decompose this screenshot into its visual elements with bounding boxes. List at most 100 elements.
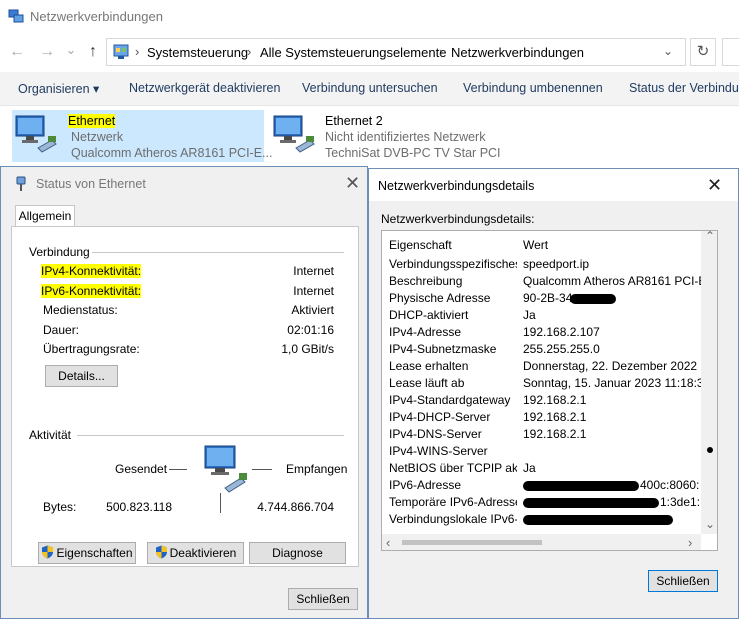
adapter-status: Netzwerk bbox=[71, 130, 124, 144]
property-name: Physische Adresse bbox=[389, 291, 491, 305]
property-name: DHCP-aktiviert bbox=[389, 308, 469, 322]
scroll-down-icon[interactable]: ⌄ bbox=[705, 517, 715, 531]
list-item[interactable]: IPv4-DHCP-Server 192.168.2.1 bbox=[382, 409, 702, 426]
property-name: IPv4-DNS-Server bbox=[389, 427, 482, 441]
property-value: speedport.ip bbox=[523, 257, 590, 271]
list-item[interactable]: IPv6-Adresse 400c:8060: bbox=[382, 477, 702, 494]
details-list[interactable]: Eigenschaft Wert Verbindungsspezifisches… bbox=[381, 230, 718, 551]
horizontal-scroll-thumb[interactable] bbox=[402, 540, 542, 545]
scroll-up-icon[interactable]: ⌃ bbox=[705, 231, 715, 243]
property-value: Qualcomm Atheros AR8161 PCI-E Gig bbox=[523, 274, 703, 288]
properties-button[interactable]: Eigenschaften bbox=[38, 542, 136, 564]
adapter-device: TechniSat DVB-PC TV Star PCI bbox=[325, 146, 501, 160]
details-close-button[interactable]: Schließen bbox=[648, 570, 718, 592]
property-name: NetBIOS über TCPIP ak... bbox=[389, 461, 517, 475]
activity-group-label: Aktivität bbox=[29, 428, 72, 442]
column-header-property[interactable]: Eigenschaft bbox=[389, 238, 517, 252]
connection-status-command[interactable]: Status der Verbindung bbox=[629, 81, 739, 95]
property-name: IPv4-DHCP-Server bbox=[389, 410, 491, 424]
property-value: Sonntag, 15. Januar 2023 11:18:38 bbox=[523, 376, 703, 390]
group-divider bbox=[92, 252, 344, 253]
status-dialog-title: Status von Ethernet bbox=[36, 177, 146, 191]
rename-connection-command[interactable]: Verbindung umbenennen bbox=[463, 81, 603, 95]
refresh-icon[interactable]: ↻ bbox=[690, 38, 716, 66]
property-value: Donnerstag, 22. Dezember 2022 18:3 bbox=[523, 359, 703, 373]
list-item[interactable]: IPv4-Subnetzmaske 255.255.255.0 bbox=[382, 341, 702, 358]
property-value: 255.255.255.0 bbox=[523, 342, 600, 356]
property-value: 192.168.2.107 bbox=[523, 325, 600, 339]
list-item[interactable]: Physische Adresse 90-2B-34 bbox=[382, 290, 702, 307]
property-name: IPv6-Adresse bbox=[389, 478, 462, 492]
adapter-ethernet[interactable]: Ethernet Netzwerk Qualcomm Atheros AR816… bbox=[12, 110, 272, 162]
property-value: 192.168.2.1 bbox=[523, 393, 587, 407]
tab-allgemein[interactable]: Allgemein bbox=[15, 205, 75, 227]
window-title: Netzwerkverbindungen bbox=[30, 9, 163, 24]
breadcrumb-netzwerkverbindungen[interactable]: Netzwerkverbindungen bbox=[451, 45, 584, 60]
up-icon[interactable]: ↑ bbox=[82, 43, 104, 61]
list-item[interactable]: DHCP-aktiviert Ja bbox=[382, 307, 702, 324]
bytes-received-value: 4.744.866.704 bbox=[257, 500, 334, 514]
media-status-value: Aktiviert bbox=[291, 303, 334, 317]
list-item[interactable]: Beschreibung Qualcomm Atheros AR8161 PCI-… bbox=[382, 273, 703, 290]
disable-device-command[interactable]: Netzwerkgerät deaktivieren bbox=[129, 81, 280, 95]
disable-button[interactable]: Deaktivieren bbox=[147, 542, 244, 564]
property-name: IPv4-Subnetzmaske bbox=[389, 342, 497, 356]
received-line bbox=[252, 469, 272, 470]
details-button[interactable]: Details... bbox=[45, 365, 118, 387]
recent-locations-icon[interactable]: ⌄ bbox=[60, 42, 82, 58]
status-close-button[interactable]: Schließen bbox=[288, 588, 358, 610]
list-item[interactable]: IPv4-Standardgateway 192.168.2.1 bbox=[382, 392, 702, 409]
general-tab-panel: Verbindung IPv4-Konnektivität: Internet … bbox=[11, 226, 359, 567]
ipv4-connectivity-label: IPv4-Konnektivität: bbox=[41, 264, 142, 278]
list-item[interactable]: IPv4-WINS-Server bbox=[382, 443, 702, 460]
network-connections-icon bbox=[8, 9, 24, 23]
property-value: 1:3de1: bbox=[660, 495, 701, 509]
list-item[interactable]: IPv4-DNS-Server 192.168.2.1 bbox=[382, 426, 702, 443]
diagnose-button[interactable]: Diagnose bbox=[249, 542, 346, 564]
list-item[interactable]: Lease läuft ab Sonntag, 15. Januar 2023 1… bbox=[382, 375, 703, 392]
property-name: Verbindungslokale IPv6-... bbox=[389, 512, 517, 526]
ethernet-plug-icon bbox=[16, 176, 26, 191]
organize-menu[interactable]: Organisieren ▾ bbox=[18, 81, 99, 96]
close-icon[interactable]: ✕ bbox=[345, 173, 360, 194]
breadcrumb-alle-elemente[interactable]: Alle Systemsteuerungselemente bbox=[260, 45, 446, 60]
column-header-value[interactable]: Wert bbox=[523, 238, 703, 252]
address-bar[interactable]: › Systemsteuerung › Alle Systemsteuerung… bbox=[106, 38, 686, 66]
scroll-left-icon[interactable]: ‹ bbox=[386, 535, 390, 550]
list-item[interactable]: NetBIOS über TCPIP ak... Ja bbox=[382, 460, 702, 477]
property-value: Ja bbox=[523, 308, 536, 322]
details-dialog: Netzwerkverbindungsdetails ✕ Netzwerkver… bbox=[368, 168, 739, 619]
breadcrumb-systemsteuerung[interactable]: Systemsteuerung bbox=[147, 45, 248, 60]
group-divider bbox=[77, 435, 344, 436]
list-header: Eigenschaft Wert bbox=[382, 237, 702, 254]
property-name: Beschreibung bbox=[389, 274, 463, 288]
ipv6-connectivity-label: IPv6-Konnektivität: bbox=[41, 284, 142, 298]
property-name: Temporäre IPv6-Adresse bbox=[389, 495, 517, 509]
command-bar: Organisieren ▾ Netzwerkgerät deaktiviere… bbox=[0, 72, 739, 106]
adapter-ethernet-2[interactable]: Ethernet 2 Nicht identifiziertes Netzwer… bbox=[270, 110, 530, 162]
property-name: IPv4-Adresse bbox=[389, 325, 462, 339]
ipv6-connectivity-value: Internet bbox=[293, 284, 334, 298]
details-title-bar: Netzwerkverbindungsdetails ✕ bbox=[369, 169, 738, 201]
back-icon[interactable]: ← bbox=[6, 43, 28, 61]
list-item[interactable]: Verbindungsspezifisches... speedport.ip bbox=[382, 256, 702, 273]
scroll-thumb[interactable] bbox=[707, 447, 713, 453]
address-dropdown-icon[interactable]: ⌄ bbox=[663, 44, 673, 58]
list-item[interactable]: Verbindungslokale IPv6-... bbox=[382, 511, 702, 528]
disable-button-label: Deaktivieren bbox=[169, 546, 237, 560]
speed-label: Übertragungsrate: bbox=[43, 342, 140, 356]
vertical-scrollbar[interactable]: ⌃ ⌄ bbox=[701, 231, 717, 534]
scroll-right-icon[interactable]: › bbox=[688, 535, 692, 550]
diagnose-connection-command[interactable]: Verbindung untersuchen bbox=[302, 81, 438, 95]
network-activity-icon bbox=[204, 445, 247, 493]
adapter-name: Ethernet 2 bbox=[325, 114, 383, 128]
list-item[interactable]: IPv4-Adresse 192.168.2.107 bbox=[382, 324, 702, 341]
search-box[interactable] bbox=[722, 38, 739, 66]
connection-group-label: Verbindung bbox=[29, 245, 90, 259]
list-item[interactable]: Lease erhalten Donnerstag, 22. Dezember 2… bbox=[382, 358, 703, 375]
breadcrumb-separator: › bbox=[135, 44, 140, 59]
horizontal-scrollbar[interactable]: ‹ › bbox=[382, 534, 701, 550]
list-item[interactable]: Temporäre IPv6-Adresse 1:3de1: bbox=[382, 494, 702, 511]
forward-icon[interactable]: → bbox=[36, 43, 58, 61]
close-icon[interactable]: ✕ bbox=[707, 175, 722, 196]
